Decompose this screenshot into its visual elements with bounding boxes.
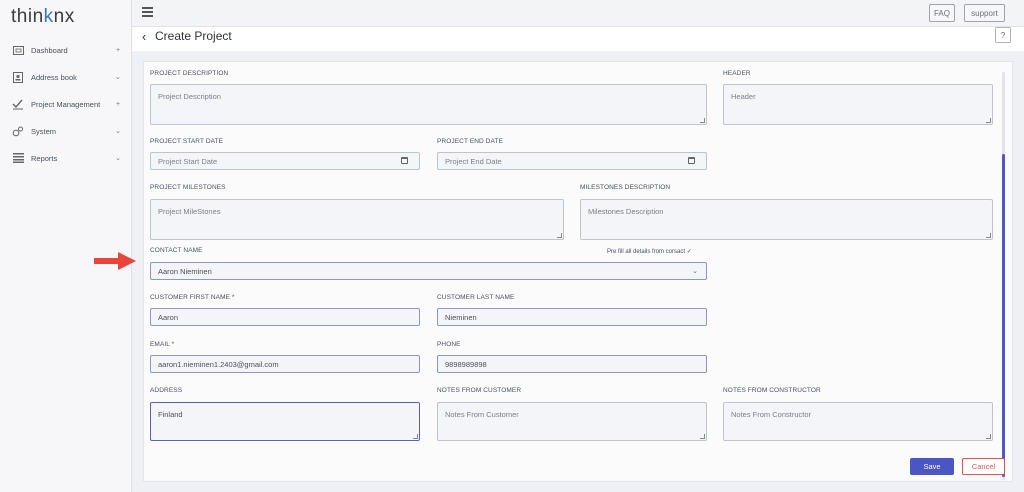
end-date-placeholder: Project End Date <box>445 156 502 166</box>
prefill-from-contact-link[interactable]: Pre fill all details from corsact ✓ <box>607 248 692 255</box>
sidebar-item-dashboard[interactable]: Dashboard + <box>0 38 131 62</box>
resize-handle-icon[interactable] <box>413 434 418 439</box>
email-value: aaron1.nieminen1.2403@gmail.com <box>158 359 279 369</box>
expand-icon: + <box>115 100 121 108</box>
header-placeholder: Header <box>731 92 756 101</box>
chevron-down-icon: ⌄ <box>115 74 121 81</box>
end-date-input[interactable]: Project End Date <box>437 152 707 170</box>
start-date-placeholder: Project Start Date <box>158 156 218 166</box>
chevron-down-icon: ⌄ <box>115 128 121 135</box>
resize-handle-icon[interactable] <box>557 233 562 238</box>
save-button[interactable]: Save <box>910 458 954 475</box>
milestones-description-label: MILESTONES DESCRIPTION <box>580 184 671 191</box>
notes-customer-textarea[interactable]: Notes From Customer <box>437 402 707 441</box>
support-button[interactable]: support <box>964 4 1005 22</box>
milestones-placeholder: Project MileStones <box>158 207 221 216</box>
phone-input[interactable]: 9898989898 <box>437 355 707 373</box>
resize-handle-icon[interactable] <box>700 434 705 439</box>
sidebar-item-label: Project Management <box>31 99 101 109</box>
sidebar-item-project-management[interactable]: Project Management + <box>0 92 131 116</box>
milestones-description-placeholder: Milestones Description <box>588 207 664 216</box>
end-date-label: PROJECT END DATE <box>437 138 504 145</box>
start-date-label: PROJECT START DATE <box>150 138 224 145</box>
sidebar-item-label: System <box>31 126 57 136</box>
address-label: ADDRESS <box>150 387 183 394</box>
hamburger-menu-icon[interactable] <box>142 7 153 17</box>
email-label: EMAIL * <box>150 341 175 348</box>
header-textarea[interactable]: Header <box>723 84 993 125</box>
system-icon <box>12 125 24 137</box>
last-name-value: Nieminen <box>445 312 477 322</box>
project-description-placeholder: Project Description <box>158 92 221 101</box>
create-project-form: PROJECT DESCRIPTION Project Description … <box>143 61 1013 482</box>
chevron-down-icon: ⌄ <box>115 155 121 162</box>
project-description-textarea[interactable]: Project Description <box>150 84 707 125</box>
sidebar-item-address-book[interactable]: Address book ⌄ <box>0 65 131 89</box>
resize-handle-icon[interactable] <box>986 118 991 123</box>
notes-constructor-textarea[interactable]: Notes From Constructor <box>723 402 993 441</box>
help-button[interactable]: ? <box>995 27 1011 43</box>
phone-value: 9898989898 <box>445 359 487 369</box>
last-name-label: CUSTOMER LAST NAME <box>437 294 515 301</box>
contact-name-select[interactable]: Aaron Nieminen ⌄ <box>150 262 707 280</box>
last-name-input[interactable]: Nieminen <box>437 308 707 326</box>
sidebar-item-system[interactable]: System ⌄ <box>0 119 131 143</box>
address-value: Finland <box>158 410 183 419</box>
milestones-description-textarea[interactable]: Milestones Description <box>580 199 993 240</box>
notes-customer-placeholder: Notes From Customer <box>445 410 519 419</box>
expand-icon: + <box>115 46 121 54</box>
sidebar-item-label: Reports <box>31 153 58 163</box>
contact-name-label: CONTACT NAME <box>150 247 203 254</box>
sidebar-item-label: Address book <box>31 72 77 82</box>
first-name-label: CUSTOMER FIRST NAME * <box>150 294 235 301</box>
milestones-textarea[interactable]: Project MileStones <box>150 199 564 240</box>
back-chevron-icon[interactable]: ‹ <box>142 29 146 44</box>
project-description-label: PROJECT DESCRIPTION <box>150 70 229 77</box>
milestones-label: PROJECT MILESTONES <box>150 184 226 191</box>
chevron-down-icon: ⌄ <box>692 268 698 275</box>
sidebar-item-reports[interactable]: Reports ⌄ <box>0 146 131 170</box>
project-management-icon <box>12 98 24 110</box>
sidebar: thinknx Dashboard + Address book ⌄ Proje… <box>0 0 132 492</box>
annotation-arrow-icon <box>94 252 136 270</box>
notes-customer-label: NOTES FROM CUSTOMER <box>437 387 522 394</box>
first-name-value: Aaron <box>158 312 179 322</box>
resize-handle-icon[interactable] <box>986 233 991 238</box>
cancel-button[interactable]: Cancel <box>962 458 1005 475</box>
sidebar-item-label: Dashboard <box>31 45 68 55</box>
page-header: ‹ Create Project ? <box>132 27 1024 51</box>
phone-label: PHONE <box>437 341 461 348</box>
page-title: Create Project <box>155 29 232 43</box>
faq-button[interactable]: FAQ <box>929 4 955 22</box>
header-label: HEADER <box>723 70 751 77</box>
resize-handle-icon[interactable] <box>986 434 991 439</box>
notes-constructor-placeholder: Notes From Constructor <box>731 410 812 419</box>
first-name-input[interactable]: Aaron <box>150 308 420 326</box>
scrollbar-thumb[interactable] <box>1002 154 1005 477</box>
reports-icon <box>12 152 24 164</box>
address-book-icon <box>12 71 24 83</box>
address-textarea[interactable]: Finland <box>150 402 420 441</box>
start-date-input[interactable]: Project Start Date <box>150 152 420 170</box>
resize-handle-icon[interactable] <box>700 118 705 123</box>
app-logo[interactable]: thinknx <box>11 6 75 28</box>
email-input[interactable]: aaron1.nieminen1.2403@gmail.com <box>150 355 420 373</box>
contact-name-value: Aaron Nieminen <box>158 266 212 276</box>
notes-constructor-label: NOTES FROM CONSTRUCTOR <box>723 387 821 394</box>
calendar-icon[interactable] <box>688 157 695 164</box>
dashboard-icon <box>12 44 24 56</box>
calendar-icon[interactable] <box>401 157 408 164</box>
top-bar: FAQ support <box>132 0 1024 27</box>
